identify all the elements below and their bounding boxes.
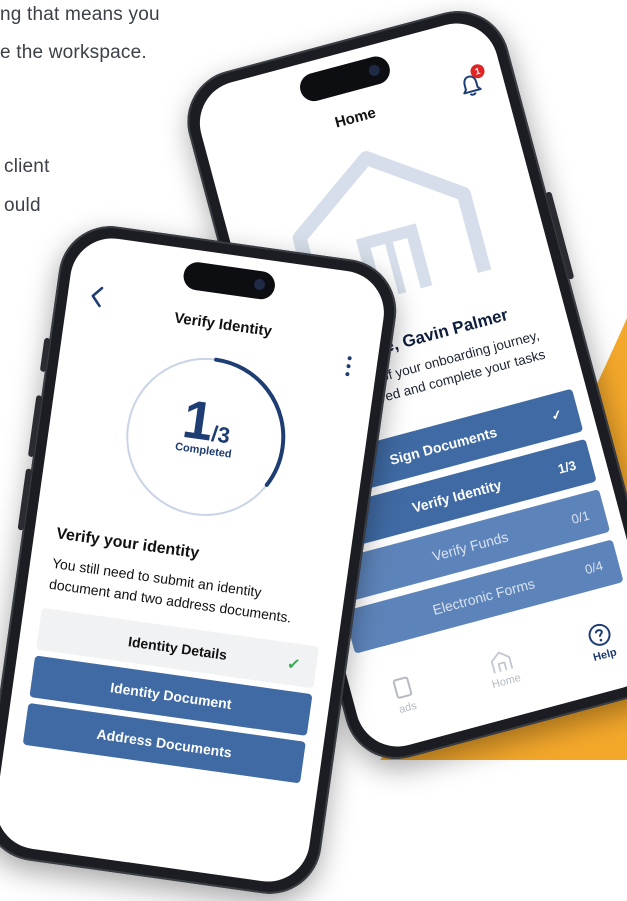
nav-label: ads	[397, 699, 419, 717]
step-label: Identity Document	[109, 679, 233, 713]
help-icon	[588, 623, 611, 646]
identity-steps-list: Identity Details ✓ Identity Document Add…	[22, 607, 320, 790]
task-status: 0/4	[583, 557, 605, 577]
verify-phone-mockup: Verify Identity 1/3 Completed Verify you…	[0, 219, 403, 901]
verify-screen: Verify Identity 1/3 Completed Verify you…	[0, 233, 390, 887]
task-status: 0/1	[569, 507, 591, 527]
step-label: Address Documents	[95, 725, 233, 761]
nav-home[interactable]: Home	[459, 638, 547, 697]
home-icon	[490, 651, 514, 674]
step-label: Identity Details	[127, 633, 229, 663]
nav-documents[interactable]: ads	[360, 665, 448, 724]
more-options-icon[interactable]	[345, 355, 354, 379]
verify-page-title: Verify Identity	[173, 309, 273, 341]
task-status: 1/3	[556, 457, 578, 477]
documents-icon	[392, 676, 413, 699]
notification-bell-icon[interactable]: 1	[455, 62, 487, 101]
dynamic-island	[296, 53, 394, 105]
nav-help[interactable]: Help	[558, 612, 627, 671]
dynamic-island	[181, 260, 277, 302]
check-icon: ✓	[285, 655, 302, 675]
progress-total: /3	[209, 420, 232, 449]
